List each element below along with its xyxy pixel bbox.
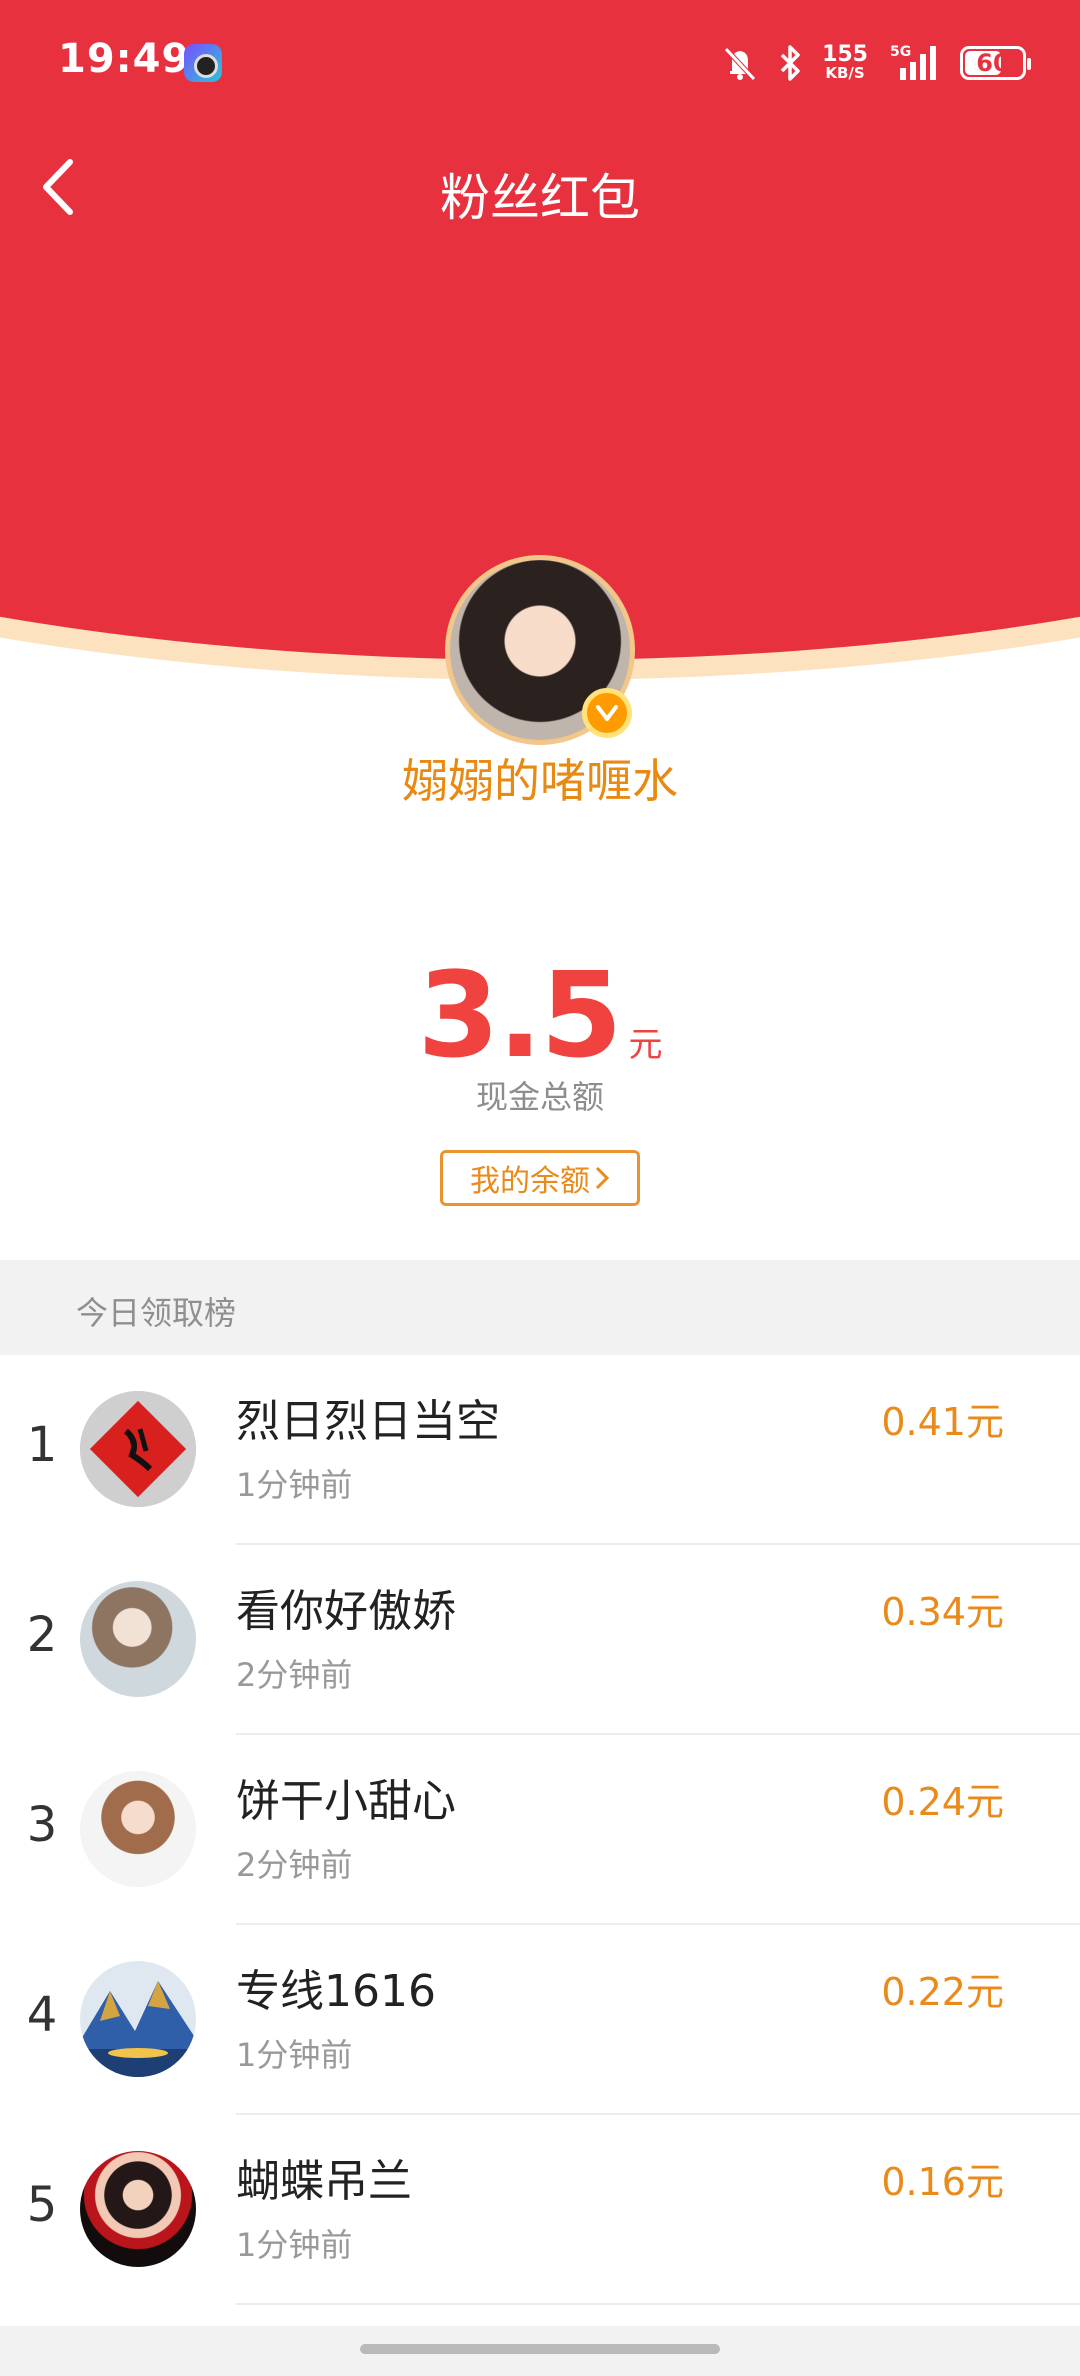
claim-time: 2分钟前 <box>236 1656 353 1694</box>
battery-indicator: 60 <box>960 46 1031 80</box>
user-avatar[interactable] <box>80 2151 196 2267</box>
leaderboard-row[interactable]: 4 专线1616 1分钟前 0.22元 <box>0 1925 1080 2115</box>
bluetooth-icon <box>780 45 800 81</box>
user-name: 专线1616 <box>236 1966 436 2017</box>
user-avatar[interactable] <box>80 1391 196 1507</box>
mute-bell-icon <box>724 47 756 81</box>
user-name: 看你好傲娇 <box>236 1586 456 1637</box>
row-divider <box>236 2303 1080 2305</box>
leaderboard-title: 今日领取榜 <box>76 1294 237 1332</box>
camera-app-icon <box>184 44 222 82</box>
cash-amount-value: 3.5 <box>417 946 622 1084</box>
signal-5g-icon: 5G <box>890 44 936 80</box>
user-name: 蝴蝶吊兰 <box>236 2156 412 2207</box>
leaderboard-header: 今日领取榜 <box>0 1260 1080 1355</box>
leaderboard-row[interactable]: 2 看你好傲娇 2分钟前 0.34元 <box>0 1545 1080 1735</box>
leaderboard-list: 1 烈日烈日当空 1分钟前 0.41元 2 看你好傲娇 2分钟前 0.34元 3… <box>0 1355 1080 2305</box>
user-avatar[interactable] <box>80 1771 196 1887</box>
user-name: 烈日烈日当空 <box>236 1396 500 1447</box>
my-balance-button[interactable]: 我的余额 <box>440 1150 640 1206</box>
claim-amount: 0.41元 <box>881 1400 1004 1444</box>
user-avatar[interactable] <box>80 1961 196 2077</box>
leaderboard-row[interactable]: 3 饼干小甜心 2分钟前 0.24元 <box>0 1735 1080 1925</box>
cash-amount-label: 现金总额 <box>475 1078 604 1116</box>
rank-number: 1 <box>26 1417 58 1473</box>
claim-time: 1分钟前 <box>236 1466 353 1504</box>
page-title: 粉丝红包 <box>440 169 640 227</box>
claim-amount: 0.16元 <box>881 2160 1004 2204</box>
status-bar: 19:49 155 KB/S 5G 60 <box>0 0 1080 130</box>
home-indicator[interactable] <box>360 2344 720 2354</box>
user-avatar[interactable] <box>80 1581 196 1697</box>
creator-name[interactable]: 嫋嫋的啫喱水 <box>0 745 1080 811</box>
status-icons: 155 KB/S 5G 60 <box>720 38 1031 88</box>
user-name: 饼干小甜心 <box>236 1776 456 1827</box>
cash-amount-unit: 元 <box>628 1025 663 1065</box>
chevron-right-icon <box>595 1166 610 1190</box>
claim-time: 2分钟前 <box>236 1846 353 1884</box>
my-balance-label: 我的余额 <box>470 1164 590 1199</box>
network-speed: 155 KB/S <box>822 42 868 82</box>
rank-number: 4 <box>26 1987 58 2043</box>
cash-amount: 3.5 元 <box>0 946 1080 1084</box>
leaderboard-row[interactable]: 5 蝴蝶吊兰 1分钟前 0.16元 <box>0 2115 1080 2305</box>
rank-number: 2 <box>26 1607 58 1663</box>
status-time: 19:49 <box>58 36 191 82</box>
svg-text:5G: 5G <box>890 44 911 60</box>
claim-amount: 0.22元 <box>881 1970 1004 2014</box>
claim-time: 1分钟前 <box>236 2226 353 2264</box>
verified-badge-icon <box>582 688 632 738</box>
claim-amount: 0.34元 <box>881 1590 1004 1634</box>
rank-number: 3 <box>26 1797 58 1853</box>
leaderboard-row[interactable]: 1 烈日烈日当空 1分钟前 0.41元 <box>0 1355 1080 1545</box>
claim-amount: 0.24元 <box>881 1780 1004 1824</box>
claim-time: 1分钟前 <box>236 2036 353 2074</box>
rank-number: 5 <box>26 2177 58 2233</box>
